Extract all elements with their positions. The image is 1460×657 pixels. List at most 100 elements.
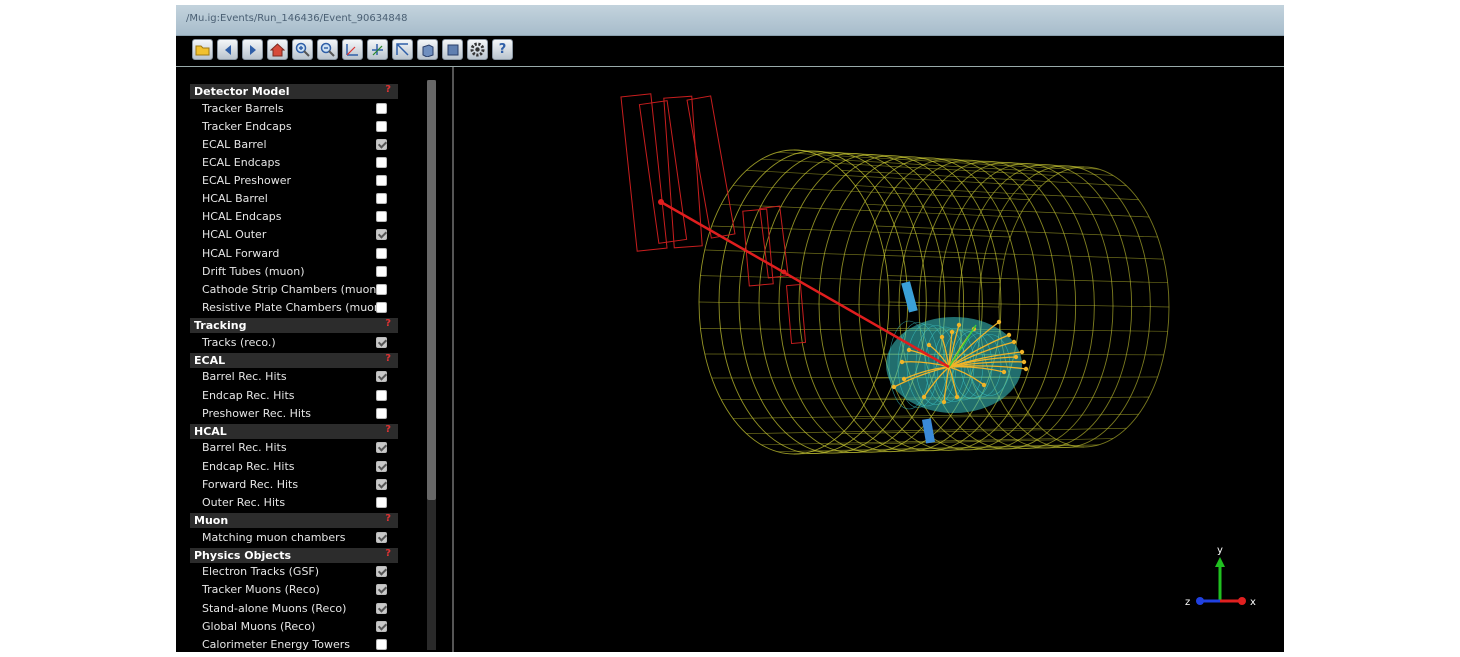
- track-endpoint: [939, 334, 945, 340]
- sidebar-item[interactable]: HCAL Outer: [202, 227, 398, 243]
- sidebar-item-label: HCAL Outer: [202, 228, 267, 242]
- sidebar-item[interactable]: ECAL Endcaps: [202, 155, 398, 171]
- track-endpoint: [1013, 354, 1019, 360]
- scrollbar-thumb[interactable]: [427, 80, 436, 500]
- sidebar-item-label: Tracker Muons (Reco): [202, 583, 320, 597]
- visibility-checkbox[interactable]: [376, 283, 387, 295]
- sidebar-item-label: Global Muons (Reco): [202, 619, 316, 633]
- sidebar-item[interactable]: ECAL Preshower: [202, 173, 398, 189]
- visibility-checkbox[interactable]: [376, 301, 387, 313]
- sidebar-item[interactable]: Preshower Rec. Hits: [202, 406, 398, 422]
- sidebar-item[interactable]: HCAL Endcaps: [202, 209, 398, 225]
- section-header[interactable]: Tracking?: [190, 317, 398, 333]
- sidebar-item[interactable]: Electron Tracks (GSF): [202, 564, 398, 580]
- visibility-checkbox[interactable]: [376, 442, 387, 454]
- view-xz-icon[interactable]: [392, 39, 413, 60]
- visibility-checkbox[interactable]: [376, 211, 387, 223]
- visibility-checkbox[interactable]: [376, 247, 387, 259]
- visibility-checkbox[interactable]: [376, 157, 387, 168]
- sidebar-item[interactable]: Matching muon chambers: [202, 530, 398, 546]
- sidebar-item[interactable]: HCAL Forward: [202, 246, 398, 262]
- event-3d-viewport[interactable]: y x z: [454, 67, 1284, 652]
- sidebar-item[interactable]: HCAL Barrel: [202, 191, 398, 207]
- zoom-out-icon[interactable]: [317, 39, 338, 60]
- sidebar-item[interactable]: Drift Tubes (muon): [202, 264, 398, 280]
- visibility-checkbox[interactable]: [376, 120, 387, 132]
- sidebar-item[interactable]: ECAL Barrel: [202, 137, 398, 153]
- sidebar-item[interactable]: Tracks (reco.): [202, 335, 398, 351]
- section-title: Muon: [194, 513, 229, 527]
- section-help-icon[interactable]: ?: [385, 548, 391, 559]
- home-view-icon[interactable]: [267, 39, 288, 60]
- axis-x-cap: [1238, 597, 1246, 605]
- visibility-checkbox[interactable]: [376, 229, 387, 241]
- visibility-checkbox[interactable]: [376, 102, 387, 114]
- help-label: ?: [498, 42, 507, 57]
- sidebar-item[interactable]: Stand-alone Muons (Reco): [202, 601, 398, 617]
- sidebar-item-label: Forward Rec. Hits: [202, 477, 299, 491]
- visibility-checkbox[interactable]: [376, 478, 387, 490]
- sidebar-item[interactable]: Cathode Strip Chambers (muon): [202, 282, 398, 298]
- section-header[interactable]: ECAL?: [190, 352, 398, 368]
- visibility-checkbox[interactable]: [376, 193, 387, 205]
- sidebar-item[interactable]: Resistive Plate Chambers (muon): [202, 300, 398, 316]
- hcal-ring: [978, 165, 1151, 448]
- sidebar-item[interactable]: Global Muons (Reco): [202, 619, 398, 635]
- settings-gear-icon[interactable]: [467, 39, 488, 60]
- section-help-icon[interactable]: ?: [385, 513, 391, 524]
- visibility-checkbox[interactable]: [376, 265, 387, 277]
- visibility-checkbox[interactable]: [376, 566, 387, 578]
- sidebar-item-label: Resistive Plate Chambers (muon): [202, 300, 386, 314]
- section-help-icon[interactable]: ?: [385, 353, 391, 364]
- section-header[interactable]: Physics Objects?: [190, 547, 398, 563]
- visibility-checkbox[interactable]: [376, 460, 387, 472]
- visibility-checkbox[interactable]: [376, 620, 387, 632]
- sidebar-item[interactable]: Tracker Muons (Reco): [202, 582, 398, 598]
- sidebar-item[interactable]: Endcap Rec. Hits: [202, 459, 398, 475]
- hcal-stave: [888, 301, 1170, 308]
- section-help-icon[interactable]: ?: [385, 84, 391, 95]
- section-title: Tracking: [194, 318, 247, 332]
- visibility-checkbox[interactable]: [376, 371, 387, 383]
- sidebar-item[interactable]: Tracker Endcaps: [202, 119, 398, 135]
- orthographic-icon[interactable]: [442, 39, 463, 60]
- visibility-checkbox[interactable]: [376, 638, 387, 650]
- hcal-stave: [887, 275, 1168, 284]
- visibility-checkbox[interactable]: [376, 175, 387, 187]
- track-endpoint: [1019, 349, 1025, 355]
- help-icon[interactable]: ?: [492, 39, 513, 60]
- visibility-checkbox[interactable]: [376, 584, 387, 596]
- view-xy-icon[interactable]: [342, 39, 363, 60]
- sidebar-item[interactable]: Calorimeter Energy Towers: [202, 637, 398, 652]
- sidebar-item[interactable]: Barrel Rec. Hits: [202, 369, 398, 385]
- visibility-checkbox[interactable]: [376, 389, 387, 401]
- section-header[interactable]: Muon?: [190, 512, 398, 528]
- section-help-icon[interactable]: ?: [385, 318, 391, 329]
- event-scene[interactable]: y x z: [454, 67, 1284, 652]
- sidebar-item[interactable]: Forward Rec. Hits: [202, 477, 398, 493]
- next-event-icon[interactable]: [242, 39, 263, 60]
- zoom-in-icon[interactable]: [292, 39, 313, 60]
- sidebar-item-label: Electron Tracks (GSF): [202, 565, 320, 579]
- visibility-checkbox[interactable]: [376, 336, 387, 348]
- sidebar-scrollbar[interactable]: [427, 80, 436, 650]
- visibility-checkbox[interactable]: [376, 531, 387, 543]
- visibility-checkbox[interactable]: [376, 602, 387, 614]
- section-header[interactable]: Detector Model?: [190, 84, 398, 99]
- perspective-icon[interactable]: [417, 39, 438, 60]
- visibility-checkbox[interactable]: [376, 496, 387, 508]
- open-folder-icon[interactable]: [192, 39, 213, 60]
- sidebar-item[interactable]: Tracker Barrels: [202, 101, 398, 117]
- view-yz-icon[interactable]: [367, 39, 388, 60]
- visibility-checkbox[interactable]: [376, 407, 387, 419]
- hcal-stave: [777, 151, 1070, 170]
- visibility-checkbox[interactable]: [376, 138, 387, 150]
- section-header[interactable]: HCAL?: [190, 423, 398, 439]
- sidebar-item[interactable]: Outer Rec. Hits: [202, 495, 398, 511]
- sidebar-item[interactable]: Endcap Rec. Hits: [202, 388, 398, 404]
- hcal-stave: [711, 225, 1011, 238]
- previous-event-icon[interactable]: [217, 39, 238, 60]
- section-help-icon[interactable]: ?: [385, 424, 391, 435]
- sidebar-item[interactable]: Barrel Rec. Hits: [202, 440, 398, 456]
- axis-y-label: y: [1217, 545, 1223, 556]
